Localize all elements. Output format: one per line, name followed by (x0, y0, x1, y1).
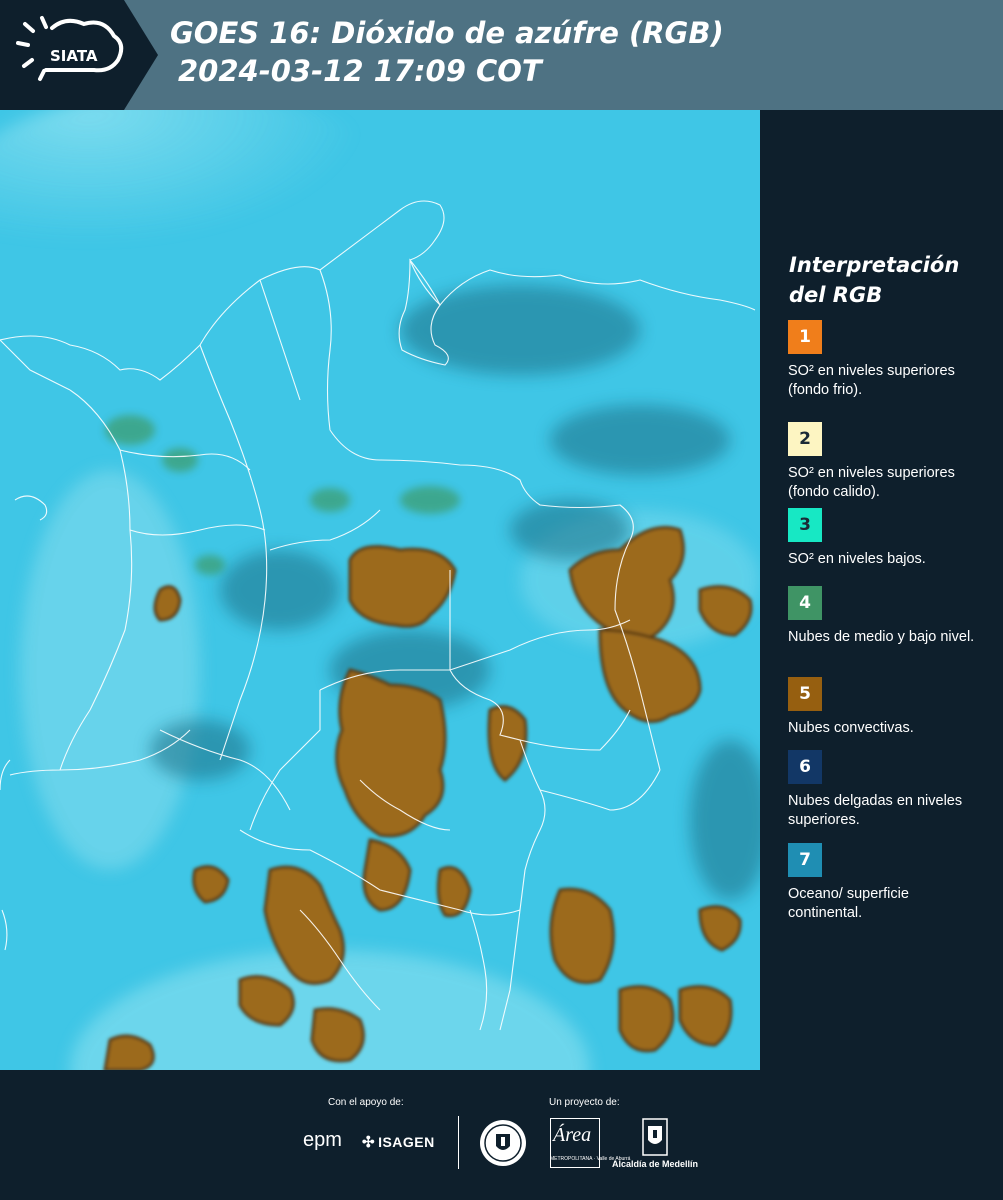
footer-divider (458, 1116, 459, 1169)
medellin-seal-icon (480, 1120, 526, 1166)
legend-panel: Interpretación del RGB 1 SO² en niveles s… (760, 110, 1003, 1070)
legend-label-6: Nubes delgadas en niveles superiores. (788, 793, 963, 828)
alcaldia-text: Alcaldía de Medellín (612, 1159, 699, 1169)
satellite-map (0, 110, 760, 1070)
legend-title: Interpretación del RGB (789, 250, 989, 310)
legend-item-1: 1 SO² en niveles superiores (fondo frio). (788, 320, 998, 400)
alcaldia-medellin-logo: Alcaldía de Medellín (612, 1118, 702, 1174)
legend-label-7: Oceano/ superficie continental. (788, 886, 909, 921)
isagen-mark-icon: ✣ (362, 1134, 376, 1151)
area-metropolitana-logo: Área METROPOLITANA · Valle de Aburrá (550, 1118, 630, 1168)
legend-swatch-6: 6 (788, 750, 822, 784)
footer: Con el apoyo de: Un proyecto de: epm ✣ IS… (0, 1070, 1003, 1200)
legend-item-4: 4 Nubes de medio y bajo nivel. (788, 586, 998, 647)
isagen-logo: ✣ ISAGEN (362, 1133, 435, 1151)
legend-item-2: 2 SO² en niveles superiores (fondo calido… (788, 422, 998, 502)
legend-label-1: SO² en niveles superiores (fondo frio). (788, 363, 955, 398)
legend-swatch-3: 3 (788, 508, 822, 542)
legend-swatch-1: 1 (788, 320, 822, 354)
legend-swatch-2: 2 (788, 422, 822, 456)
project-caption: Un proyecto de: (549, 1097, 620, 1108)
alcaldia-shield-icon (642, 1118, 668, 1156)
legend-title-line2: del RGB (789, 283, 883, 307)
legend-swatch-4: 4 (788, 586, 822, 620)
legend-label-3: SO² en niveles bajos. (788, 551, 926, 567)
legend-item-7: 7 Oceano/ superficie continental. (788, 843, 998, 923)
map-title: GOES 16: Dióxido de azúfre (RGB) (170, 16, 724, 50)
epm-logo: epm (303, 1129, 342, 1151)
support-caption: Con el apoyo de: (328, 1097, 404, 1108)
map-timestamp: 2024-03-12 17:09 COT (178, 54, 542, 88)
header-bar: SIATA GOES 16: Dióxido de azúfre (RGB) 2… (0, 0, 1003, 110)
isagen-logo-text: ISAGEN (378, 1134, 435, 1150)
legend-item-3: 3 SO² en niveles bajos. (788, 508, 998, 569)
legend-label-4: Nubes de medio y bajo nivel. (788, 629, 975, 645)
legend-label-2: SO² en niveles superiores (fondo calido)… (788, 465, 955, 500)
area-logo-word: Área (553, 1124, 592, 1146)
legend-item-5: 5 Nubes convectivas. (788, 677, 998, 738)
legend-swatch-5: 5 (788, 677, 822, 711)
legend-item-6: 6 Nubes delgadas en niveles superiores. (788, 750, 998, 830)
legend-swatch-7: 7 (788, 843, 822, 877)
siata-logo-text: SIATA (50, 47, 98, 65)
siata-logo: SIATA (0, 0, 158, 110)
legend-label-5: Nubes convectivas. (788, 720, 914, 736)
legend-title-line1: Interpretación (789, 253, 960, 277)
